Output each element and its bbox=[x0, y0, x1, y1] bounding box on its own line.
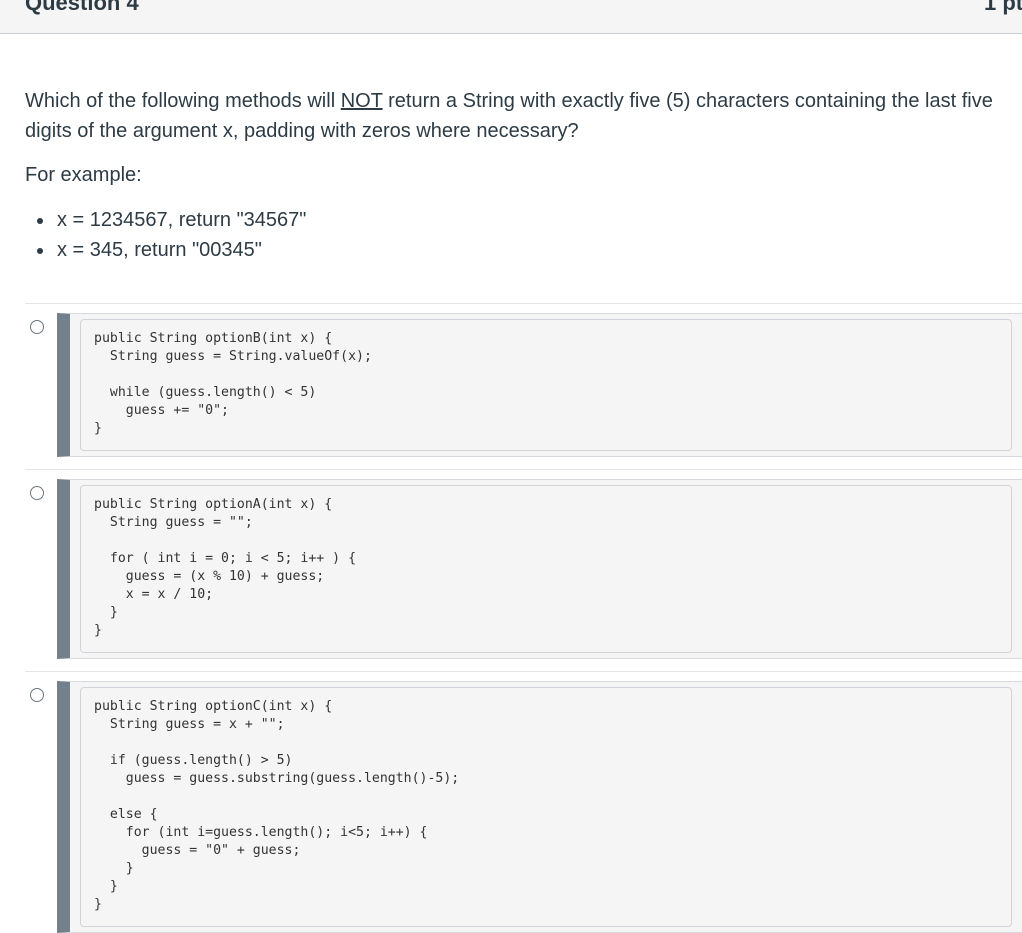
code-text: public String optionC(int x) { String gu… bbox=[94, 699, 460, 912]
answer-divider bbox=[25, 303, 1022, 304]
example-label: For example: bbox=[25, 164, 142, 186]
example-item: x = 345, return "00345" bbox=[0, 235, 306, 265]
question-prompt: Which of the following methods will NOT … bbox=[25, 86, 1005, 146]
answer-option-3[interactable]: public String optionC(int x) { String gu… bbox=[57, 681, 1022, 933]
example-item: x = 1234567, return "34567" bbox=[0, 205, 306, 235]
answer-divider bbox=[25, 469, 1022, 470]
prompt-text-before: Which of the following methods will bbox=[25, 90, 341, 112]
question-points: 1 pts bbox=[984, 0, 1022, 15]
code-block: public String optionB(int x) { String gu… bbox=[80, 319, 1012, 451]
question-header: Question 4 1 pts bbox=[0, 0, 1022, 34]
code-text: public String optionA(int x) { String gu… bbox=[94, 497, 357, 638]
answer-divider bbox=[25, 671, 1022, 672]
answer-option-1[interactable]: public String optionB(int x) { String gu… bbox=[57, 313, 1022, 457]
prompt-emphasis: NOT bbox=[340, 90, 383, 112]
answer-option-2[interactable]: public String optionA(int x) { String gu… bbox=[57, 479, 1022, 659]
question-title: Question 4 bbox=[25, 0, 139, 15]
code-text: public String optionB(int x) { String gu… bbox=[94, 331, 372, 436]
code-block: public String optionA(int x) { String gu… bbox=[80, 485, 1012, 653]
example-list: x = 1234567, return "34567" x = 345, ret… bbox=[0, 205, 306, 265]
answer-radio-1[interactable] bbox=[30, 320, 44, 334]
code-block: public String optionC(int x) { String gu… bbox=[80, 687, 1012, 927]
answer-radio-2[interactable] bbox=[30, 486, 44, 500]
answer-radio-3[interactable] bbox=[30, 688, 44, 702]
